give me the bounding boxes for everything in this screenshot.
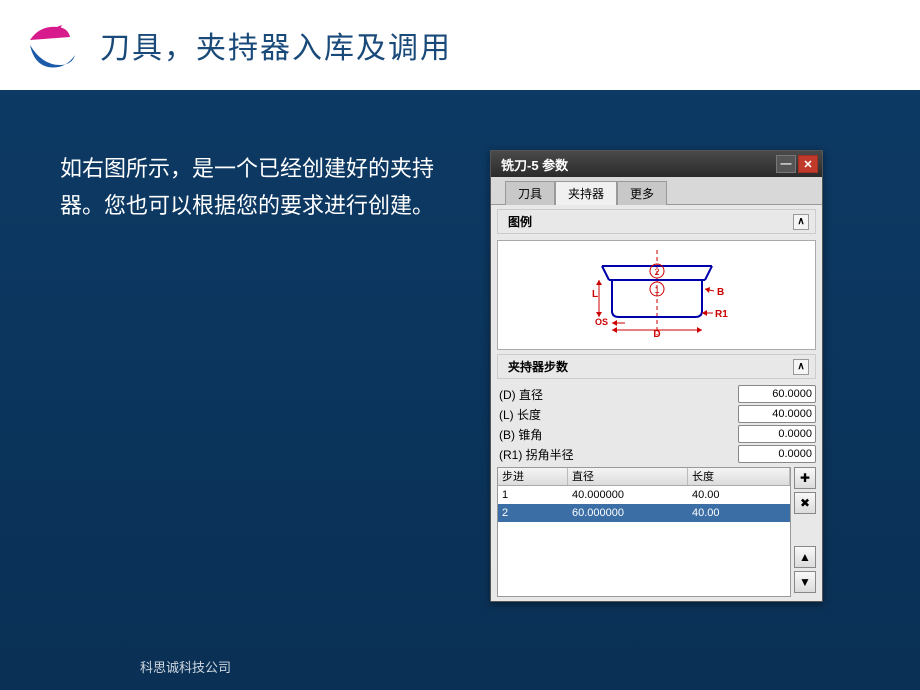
param-label-radius: (R1) 拐角半径	[497, 446, 738, 463]
minimize-button[interactable]: —	[776, 155, 796, 173]
svg-text:D: D	[653, 329, 660, 340]
col-step: 步进	[498, 468, 568, 485]
col-diameter: 直径	[568, 468, 688, 485]
param-input-diameter[interactable]	[738, 385, 816, 403]
param-row-taper: (B) 锥角	[497, 425, 816, 443]
move-up-button[interactable]: ▲	[794, 546, 816, 568]
window-title: 铣刀-5 参数	[501, 155, 568, 174]
tab-holder[interactable]: 夹持器	[555, 181, 617, 205]
company-logo	[20, 15, 80, 75]
table-row[interactable]: 2 60.000000 40.00	[498, 504, 790, 522]
slide-description: 如右图所示，是一个已经创建好的夹持器。您也可以根据您的要求进行创建。	[60, 150, 460, 602]
slide-title: 刀具，夹持器入库及调用	[100, 23, 452, 67]
collapse-legend-button[interactable]: ∧	[793, 214, 809, 230]
slide-header: 刀具，夹持器入库及调用	[0, 0, 920, 90]
parameters-panel: (D) 直径 (L) 长度 (B) 锥角 (R1) 拐角半径 步进 直径	[491, 379, 822, 601]
table-row[interactable]: 1 40.000000 40.00	[498, 486, 790, 504]
add-row-button[interactable]: ✚	[794, 467, 816, 489]
param-input-taper[interactable]	[738, 425, 816, 443]
parameters-window: 铣刀-5 参数 — ✕ 刀具 夹持器 更多 图例 ∧	[490, 150, 823, 602]
param-label-taper: (B) 锥角	[497, 426, 738, 443]
steps-section-header: 夹持器步数 ∧	[497, 354, 816, 379]
svg-text:1: 1	[654, 285, 659, 295]
svg-text:OS: OS	[595, 317, 608, 327]
slide-body: 如右图所示，是一个已经创建好的夹持器。您也可以根据您的要求进行创建。 铣刀-5 …	[0, 90, 920, 602]
remove-row-button[interactable]: ✖	[794, 492, 816, 514]
titlebar-controls: — ✕	[776, 155, 818, 173]
param-label-diameter: (D) 直径	[497, 386, 738, 403]
param-row-length: (L) 长度	[497, 405, 816, 423]
legend-section-header: 图例 ∧	[497, 209, 816, 234]
holder-diagram: 2 1 L OS D B R1	[497, 240, 816, 350]
svg-text:L: L	[592, 289, 598, 300]
table-header-row: 步进 直径 长度	[498, 468, 790, 486]
col-length: 长度	[688, 468, 790, 485]
legend-label: 图例	[508, 213, 532, 230]
tab-tool[interactable]: 刀具	[505, 181, 555, 205]
collapse-steps-button[interactable]: ∧	[793, 359, 809, 375]
slide-footer: 科思诚科技公司	[140, 657, 231, 676]
tab-bar: 刀具 夹持器 更多	[491, 177, 822, 205]
param-input-length[interactable]	[738, 405, 816, 423]
svg-text:B: B	[717, 287, 724, 298]
param-row-radius: (R1) 拐角半径	[497, 445, 816, 463]
window-titlebar: 铣刀-5 参数 — ✕	[491, 151, 822, 177]
svg-text:R1: R1	[715, 309, 728, 320]
table-side-buttons: ✚ ✖ ▲ ▼	[794, 467, 816, 597]
close-button[interactable]: ✕	[798, 155, 818, 173]
move-down-button[interactable]: ▼	[794, 571, 816, 593]
steps-label: 夹持器步数	[508, 358, 568, 375]
svg-text:2: 2	[654, 267, 659, 277]
steps-table-area: 步进 直径 长度 1 40.000000 40.00 2 60.000000 4…	[497, 467, 816, 597]
param-input-radius[interactable]	[738, 445, 816, 463]
tab-more[interactable]: 更多	[617, 181, 667, 205]
steps-table[interactable]: 步进 直径 长度 1 40.000000 40.00 2 60.000000 4…	[497, 467, 791, 597]
param-row-diameter: (D) 直径	[497, 385, 816, 403]
param-label-length: (L) 长度	[497, 406, 738, 423]
